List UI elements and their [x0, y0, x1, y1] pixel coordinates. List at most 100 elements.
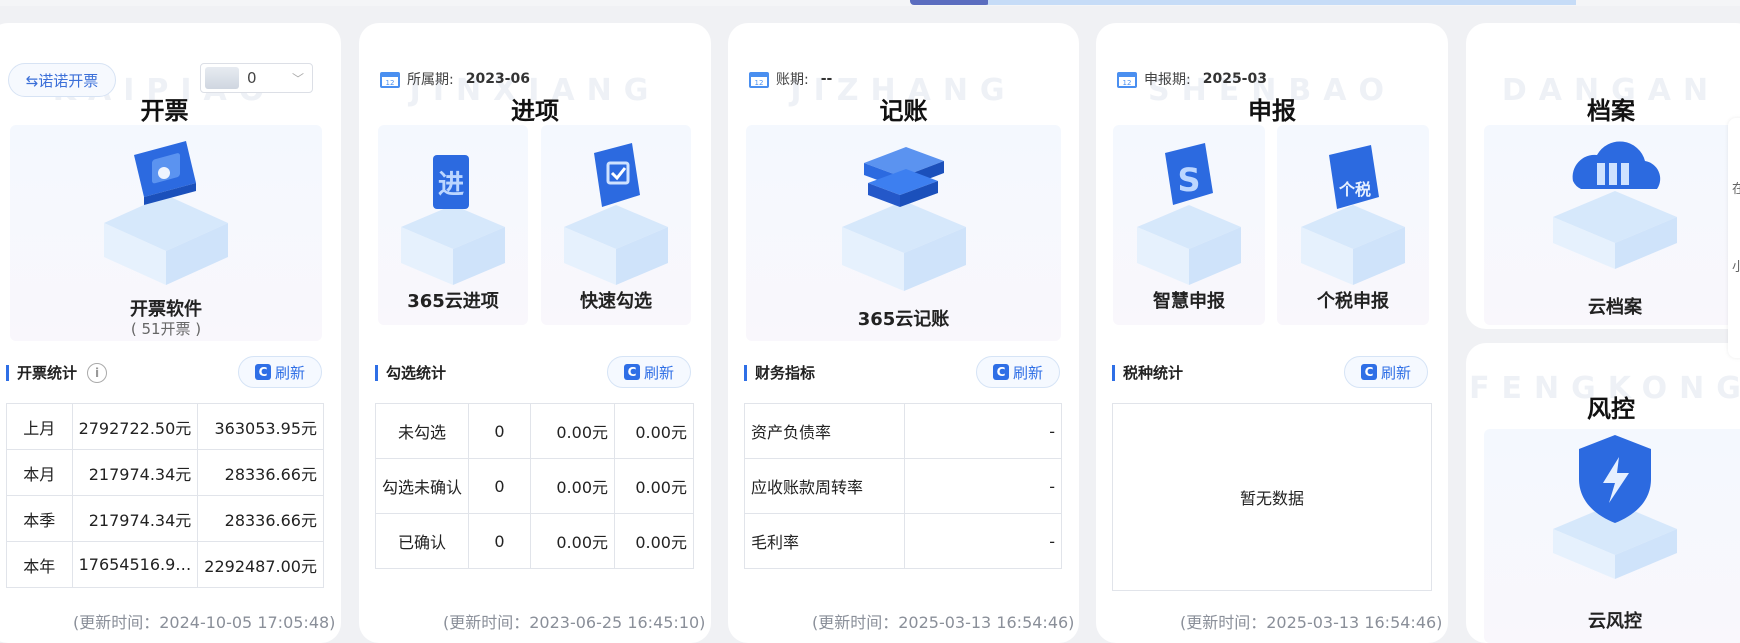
personal-tax-icon: 个税	[1301, 145, 1405, 285]
card-jizhang: JIZHANG 12 账期: -- 记账 365云记账 财务指标 C 刷新 资产…	[728, 23, 1079, 643]
refresh-button[interactable]: C 刷新	[238, 356, 322, 388]
refresh-label: 刷新	[1012, 363, 1043, 382]
table-cell: 0	[468, 403, 532, 459]
ledger-books-icon	[841, 147, 966, 291]
side-panel-text: 在	[1732, 182, 1740, 197]
card-shenbao: SHENBAO 12 申报期: 2025-03 申报 S 智慧申报 个税 个税申…	[1096, 23, 1448, 643]
table-cell: 0.00元	[614, 458, 694, 514]
period-value: 2025-03	[1202, 71, 1267, 87]
info-icon[interactable]: i	[87, 362, 108, 383]
table-cell: 未勾选	[374, 403, 470, 459]
card-fengkong: FENGKONG 风控 云风控	[1466, 343, 1740, 643]
select-stats-table: 未勾选 0 0.00元 0.00元 勾选未确认 0 0.00元 0.00元 已确…	[374, 403, 694, 569]
feature-personal-tax[interactable]: 个税 个税申报	[1277, 125, 1429, 325]
chevron-down-icon: ﹀	[291, 71, 304, 86]
table-cell: 0.00元	[530, 403, 616, 459]
table-row: 勾选未确认 0 0.00元 0.00元	[374, 458, 694, 514]
card-title: 记账	[879, 97, 928, 125]
refresh-label: 刷新	[274, 363, 305, 382]
table-cell: 上月	[6, 403, 73, 450]
feature-label: 365云进项	[407, 291, 499, 312]
table-cell: -	[904, 458, 1062, 514]
feature-label: 云风控	[1588, 611, 1642, 632]
feature-label: 智慧申报	[1153, 291, 1225, 312]
top-tab-indicator[interactable]	[910, 0, 990, 5]
refresh-button[interactable]: C 刷新	[1344, 356, 1428, 388]
period: 12 账期: --	[748, 69, 832, 89]
table-cell: -	[904, 403, 1062, 459]
table-row: 毛利率 -	[744, 513, 1062, 569]
top-progress-strip	[988, 0, 1576, 5]
section-title-text: 财务指标	[755, 364, 816, 382]
device-icon	[205, 67, 239, 89]
feature-365-jizhang[interactable]: 365云记账	[746, 125, 1061, 341]
device-select[interactable]: 0 ﹀	[200, 63, 313, 93]
table-row: 资产负债率 -	[744, 403, 1062, 459]
tax-stats-empty: 暂无数据	[1112, 403, 1432, 591]
table-row: 本年 17654516.9… 2292487.00元	[6, 541, 324, 588]
table-row: 本季 217974.34元 28336.66元	[6, 495, 324, 542]
table-cell: 应收账款周转率	[744, 458, 905, 514]
section-title-text: 税种统计	[1123, 364, 1184, 382]
feature-sub-label: ( 51开票 )	[130, 320, 202, 338]
table-cell: 本月	[6, 449, 73, 496]
side-float-panel[interactable]	[1728, 118, 1740, 358]
refresh-icon: C	[1360, 364, 1377, 380]
table-cell: 0.00元	[530, 513, 616, 569]
section-bar	[1112, 364, 1115, 381]
calendar-icon: 12	[379, 69, 401, 89]
table-cell: 217974.34元	[71, 495, 199, 542]
table-cell: 0	[468, 513, 532, 569]
cloud-archive-icon	[1553, 141, 1677, 269]
table-cell: 17654516.9…	[71, 541, 199, 588]
table-cell: 0	[468, 458, 532, 514]
table-row: 应收账款周转率 -	[744, 458, 1062, 514]
card-jinxiang: JINXIANG 12 所属期: 2023-06 进项 进 365云进项 快速勾…	[359, 23, 711, 643]
svg-text:S: S	[1177, 161, 1200, 199]
feature-label: 快速勾选	[580, 291, 652, 312]
switch-nuonuo-button[interactable]: ⇆诺诺开票	[8, 63, 116, 97]
feature-quick-select[interactable]: 快速勾选	[541, 125, 691, 325]
section-title: 开票统计 i	[6, 362, 108, 383]
card-title: 档案	[1587, 97, 1635, 125]
section-bar	[744, 364, 747, 381]
feature-cloud-archive[interactable]: 云档案	[1484, 125, 1740, 325]
refresh-button[interactable]: C 刷新	[607, 356, 691, 388]
section-bar	[375, 364, 378, 381]
table-cell: 28336.66元	[197, 449, 324, 496]
updated-time: (更新时间：2023-06-25 16:45:10)	[443, 613, 706, 632]
table-cell: -	[904, 513, 1062, 569]
table-cell: 2292487.00元	[197, 541, 324, 588]
table-cell: 2792722.50元	[71, 403, 199, 450]
period-label: 所属期:	[407, 72, 454, 88]
period: 12 所属期: 2023-06	[379, 69, 530, 89]
table-row: 上月 2792722.50元 363053.95元	[6, 403, 324, 450]
table-cell: 毛利率	[744, 513, 905, 569]
table-cell: 已确认	[374, 513, 470, 569]
table-row: 本月 217974.34元 28336.66元	[6, 449, 324, 496]
card-title: 风控	[1587, 395, 1635, 423]
calendar-icon: 12	[748, 69, 770, 89]
period-value: --	[820, 71, 833, 87]
refresh-icon: C	[254, 364, 271, 380]
feature-365-jinxiang[interactable]: 进 365云进项	[378, 125, 528, 325]
feature-cloud-risk[interactable]: 云风控	[1484, 429, 1740, 643]
feature-invoice-software[interactable]: 开票软件 ( 51开票 )	[10, 125, 322, 341]
finance-indicator-table: 资产负债率 - 应收账款周转率 - 毛利率 -	[744, 403, 1062, 569]
svg-text:12: 12	[386, 79, 395, 87]
invoice-machine-icon	[104, 141, 228, 285]
refresh-button[interactable]: C 刷新	[976, 356, 1060, 388]
period-value: 2023-06	[465, 71, 530, 87]
refresh-icon: C	[623, 364, 640, 380]
device-select-value: 0	[247, 69, 257, 87]
feature-label: 个税申报	[1317, 291, 1389, 312]
feature-smart-declare[interactable]: S 智慧申报	[1113, 125, 1265, 325]
section-title: 勾选统计	[375, 362, 446, 383]
jin-character-icon: 进	[401, 155, 505, 285]
section-bar	[6, 364, 9, 381]
table-cell: 363053.95元	[197, 403, 324, 450]
section-title: 财务指标	[744, 362, 815, 383]
feature-label: 365云记账	[857, 309, 950, 330]
svg-text:进: 进	[438, 170, 464, 200]
check-box-icon	[564, 143, 668, 285]
